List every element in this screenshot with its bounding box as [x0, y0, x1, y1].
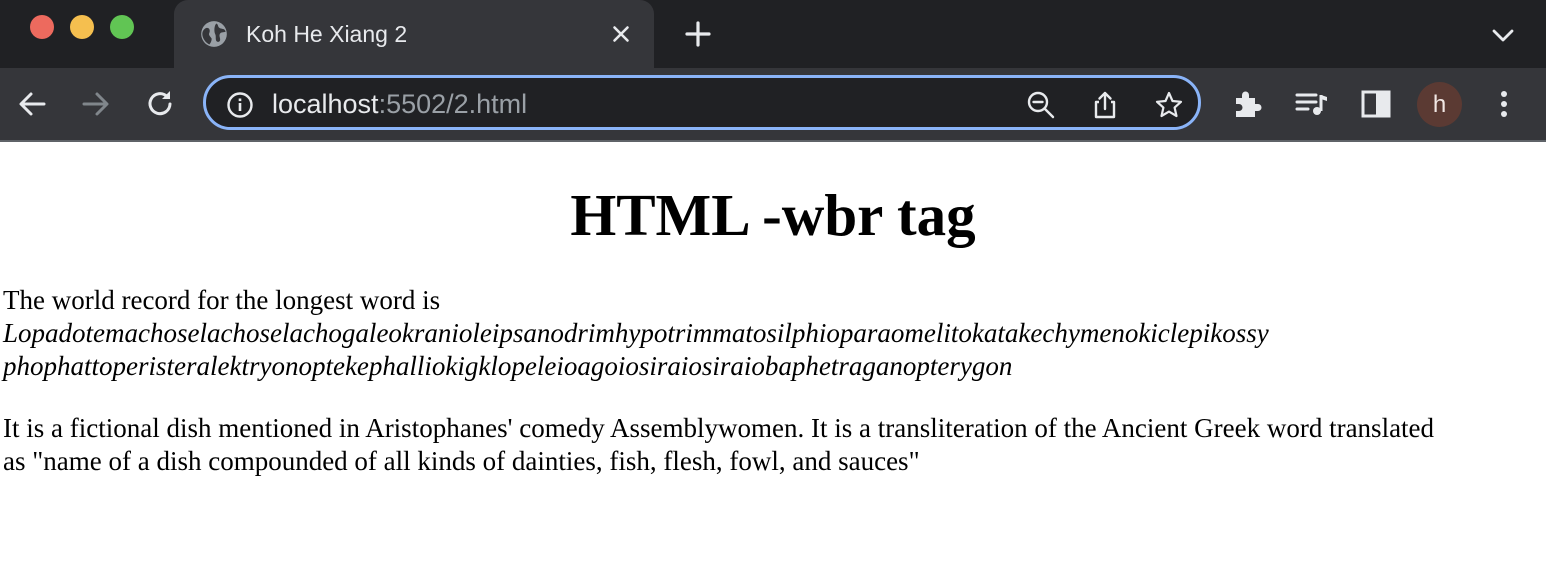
longest-word-line-2: phophattoperisteralektryonoptekephalliok…	[3, 350, 1012, 383]
tab-strip: Koh He Xiang 2	[0, 0, 1546, 68]
reload-icon[interactable]	[142, 86, 178, 122]
active-tab[interactable]: Koh He Xiang 2	[174, 0, 654, 68]
tab-title: Koh He Xiang 2	[246, 21, 408, 47]
info-icon[interactable]	[226, 91, 254, 119]
description-line-1: It is a fictional dish mentioned in Aris…	[3, 413, 1435, 443]
browser-toolbar: localhost:5502/2.html h	[0, 68, 1546, 140]
zoom-out-icon[interactable]	[1026, 90, 1056, 120]
address-bar[interactable]: localhost:5502/2.html	[203, 75, 1201, 130]
menu-icon[interactable]	[1486, 86, 1522, 122]
minimize-window-button[interactable]	[70, 15, 94, 39]
globe-icon	[201, 21, 227, 47]
url-host: localhost	[272, 89, 379, 119]
url-path: :5502/2.html	[378, 89, 528, 119]
forward-icon[interactable]	[78, 86, 114, 122]
description-line-2: as "name of a dish compounded of all kin…	[3, 446, 920, 476]
media-icon[interactable]	[1294, 86, 1330, 122]
share-icon[interactable]	[1090, 90, 1120, 120]
back-icon[interactable]	[14, 86, 50, 122]
intro-text: The world record for the longest word is	[3, 285, 441, 315]
star-icon[interactable]	[1154, 90, 1184, 120]
longest-word-part-2: phophattoperisteralektryonoptekephalliok…	[3, 351, 1013, 381]
longest-word-part-1: Lopadotemachoselachoselachogaleokraniole…	[3, 318, 1269, 348]
profile-avatar[interactable]: h	[1417, 82, 1462, 127]
close-window-button[interactable]	[30, 15, 54, 39]
close-icon[interactable]	[608, 21, 634, 47]
url-text[interactable]: localhost:5502/2.html	[272, 89, 527, 119]
page-heading: HTML -wbr tag	[570, 182, 976, 248]
tab-search-icon[interactable]	[1488, 22, 1518, 48]
maximize-window-button[interactable]	[110, 15, 134, 39]
longest-word-line-1: Lopadotemachoselachoselachogaleokraniole…	[3, 317, 1269, 350]
page-content: HTML -wbr tag The world record for the l…	[0, 142, 1546, 582]
browser-chrome: Koh He Xiang 2 localhost:5502/2.html h	[0, 0, 1546, 142]
new-tab-icon[interactable]	[682, 18, 714, 50]
side-panel-icon[interactable]	[1358, 86, 1394, 122]
extensions-icon[interactable]	[1230, 86, 1266, 122]
